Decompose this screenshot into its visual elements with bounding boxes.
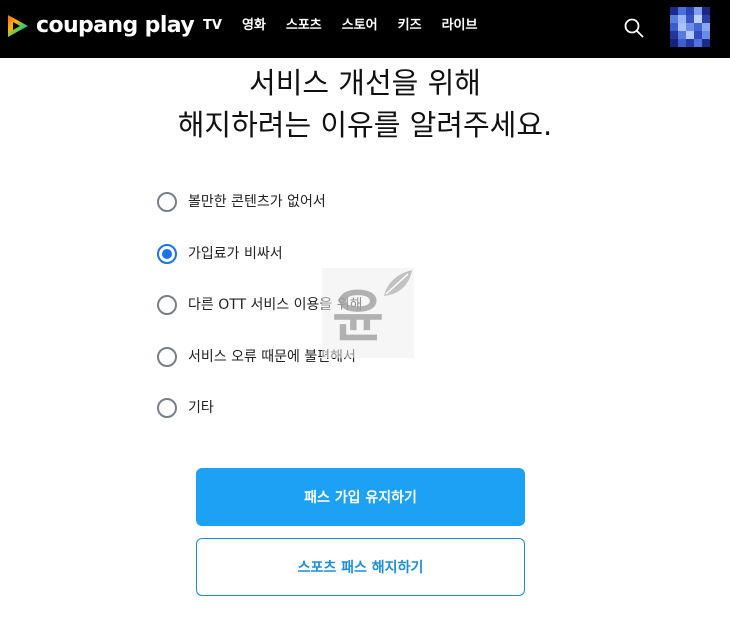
watermark-logo: 윤 — [322, 268, 414, 358]
logo-text: coupang play — [36, 13, 195, 38]
coupang-play-logo[interactable]: coupang play — [6, 13, 195, 39]
main-nav: TV 영화 스포츠 스토어 키즈 라이브 — [203, 17, 497, 35]
reason-label: 가입료가 비싸서 — [188, 246, 283, 262]
nav-item-sports[interactable]: 스포츠 — [286, 17, 322, 35]
search-icon[interactable] — [622, 16, 646, 40]
watermark-text: 윤 — [332, 285, 384, 350]
nav-item-tv[interactable]: TV — [203, 17, 222, 35]
title-line-1: 서비스 개선을 위해 — [249, 66, 481, 100]
reason-label: 기타 — [188, 400, 214, 416]
play-logo-icon — [8, 15, 28, 37]
cancel-sports-pass-button[interactable]: 스포츠 패스 해지하기 — [196, 538, 525, 596]
reason-option-no-content[interactable]: 볼만한 콘텐츠가 없어서 — [157, 190, 326, 214]
radio-button[interactable] — [157, 398, 177, 418]
avatar[interactable] — [670, 7, 710, 47]
nav-item-live[interactable]: 라이브 — [442, 17, 478, 35]
radio-button[interactable] — [157, 347, 177, 367]
page-title: 서비스 개선을 위해 해지하려는 이유를 알려주세요. — [0, 62, 730, 146]
title-line-2: 해지하려는 이유를 알려주세요. — [177, 108, 553, 142]
reason-option-other[interactable]: 기타 — [157, 396, 214, 420]
nav-item-movies[interactable]: 영화 — [242, 17, 266, 35]
reason-label: 볼만한 콘텐츠가 없어서 — [188, 194, 326, 210]
keep-pass-button[interactable]: 패스 가입 유지하기 — [196, 468, 525, 526]
reason-option-expensive[interactable]: 가입료가 비싸서 — [157, 242, 283, 266]
radio-button-selected[interactable] — [157, 244, 177, 264]
radio-button[interactable] — [157, 295, 177, 315]
radio-button[interactable] — [157, 192, 177, 212]
nav-item-store[interactable]: 스토어 — [342, 17, 378, 35]
top-navigation-bar: coupang play TV 영화 스포츠 스토어 키즈 라이브 — [0, 0, 730, 58]
nav-item-kids[interactable]: 키즈 — [398, 17, 422, 35]
